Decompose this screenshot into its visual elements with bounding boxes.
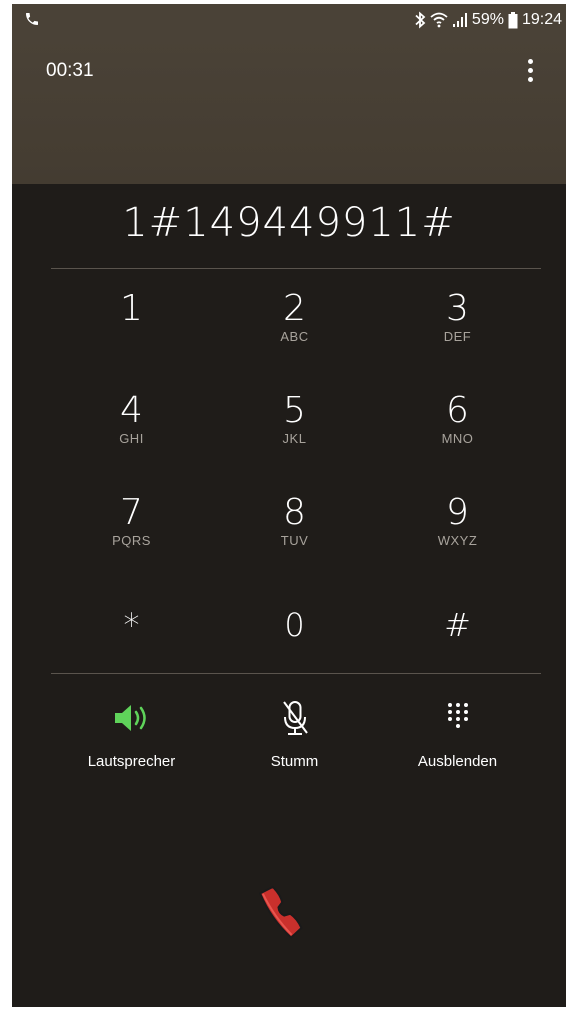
dialpad-icon bbox=[447, 703, 468, 728]
key-0[interactable]: 0 bbox=[213, 595, 376, 697]
end-call-icon bbox=[258, 885, 303, 939]
clock: 19:24 bbox=[521, 11, 562, 28]
key-8[interactable]: 8 TUV bbox=[213, 493, 376, 595]
battery-icon bbox=[508, 11, 518, 28]
divider bbox=[51, 673, 541, 674]
key-hash[interactable]: # bbox=[376, 595, 539, 697]
wifi-icon bbox=[430, 12, 448, 28]
key-3[interactable]: 3 DEF bbox=[376, 289, 539, 391]
key-4[interactable]: 4 GHI bbox=[50, 391, 213, 493]
status-bar: 59% 19:24 bbox=[12, 4, 566, 36]
battery-percent: 59% bbox=[471, 11, 504, 28]
call-header: 00:31 bbox=[12, 36, 566, 184]
in-call-screen: 59% 19:24 00:31 1#149449911# 1 2 ABC 3 D… bbox=[12, 4, 566, 1007]
mute-button[interactable]: Stumm bbox=[213, 699, 376, 770]
divider bbox=[51, 268, 541, 269]
speaker-button[interactable]: Lautsprecher bbox=[50, 699, 213, 770]
key-1[interactable]: 1 bbox=[50, 289, 213, 391]
end-call-button[interactable] bbox=[252, 859, 332, 949]
call-timer: 00:31 bbox=[46, 60, 94, 81]
dial-keypad: 1 2 ABC 3 DEF 4 GHI 5 JKL 6 MNO 7 PQRS 8 bbox=[50, 289, 540, 697]
key-5[interactable]: 5 JKL bbox=[213, 391, 376, 493]
dialed-number: 1#149449911# bbox=[122, 200, 456, 246]
speaker-label: Lautsprecher bbox=[87, 753, 176, 770]
bluetooth-icon bbox=[415, 11, 426, 29]
status-indicators: 59% 19:24 bbox=[414, 10, 562, 30]
signal-icon bbox=[452, 13, 467, 27]
hide-keypad-button[interactable]: Ausblenden bbox=[376, 699, 539, 770]
key-7[interactable]: 7 PQRS bbox=[50, 493, 213, 595]
key-2[interactable]: 2 ABC bbox=[213, 289, 376, 391]
call-actions: Lautsprecher Stumm Ausblenden bbox=[50, 699, 540, 770]
phone-call-icon bbox=[26, 13, 38, 25]
more-options-icon[interactable] bbox=[516, 54, 544, 86]
mic-off-icon bbox=[282, 701, 308, 735]
speaker-icon bbox=[114, 705, 146, 731]
hide-keypad-label: Ausblenden bbox=[417, 753, 498, 770]
key-6[interactable]: 6 MNO bbox=[376, 391, 539, 493]
key-9[interactable]: 9 WXYZ bbox=[376, 493, 539, 595]
mute-label: Stumm bbox=[270, 753, 319, 770]
key-star[interactable]: * bbox=[50, 595, 213, 697]
